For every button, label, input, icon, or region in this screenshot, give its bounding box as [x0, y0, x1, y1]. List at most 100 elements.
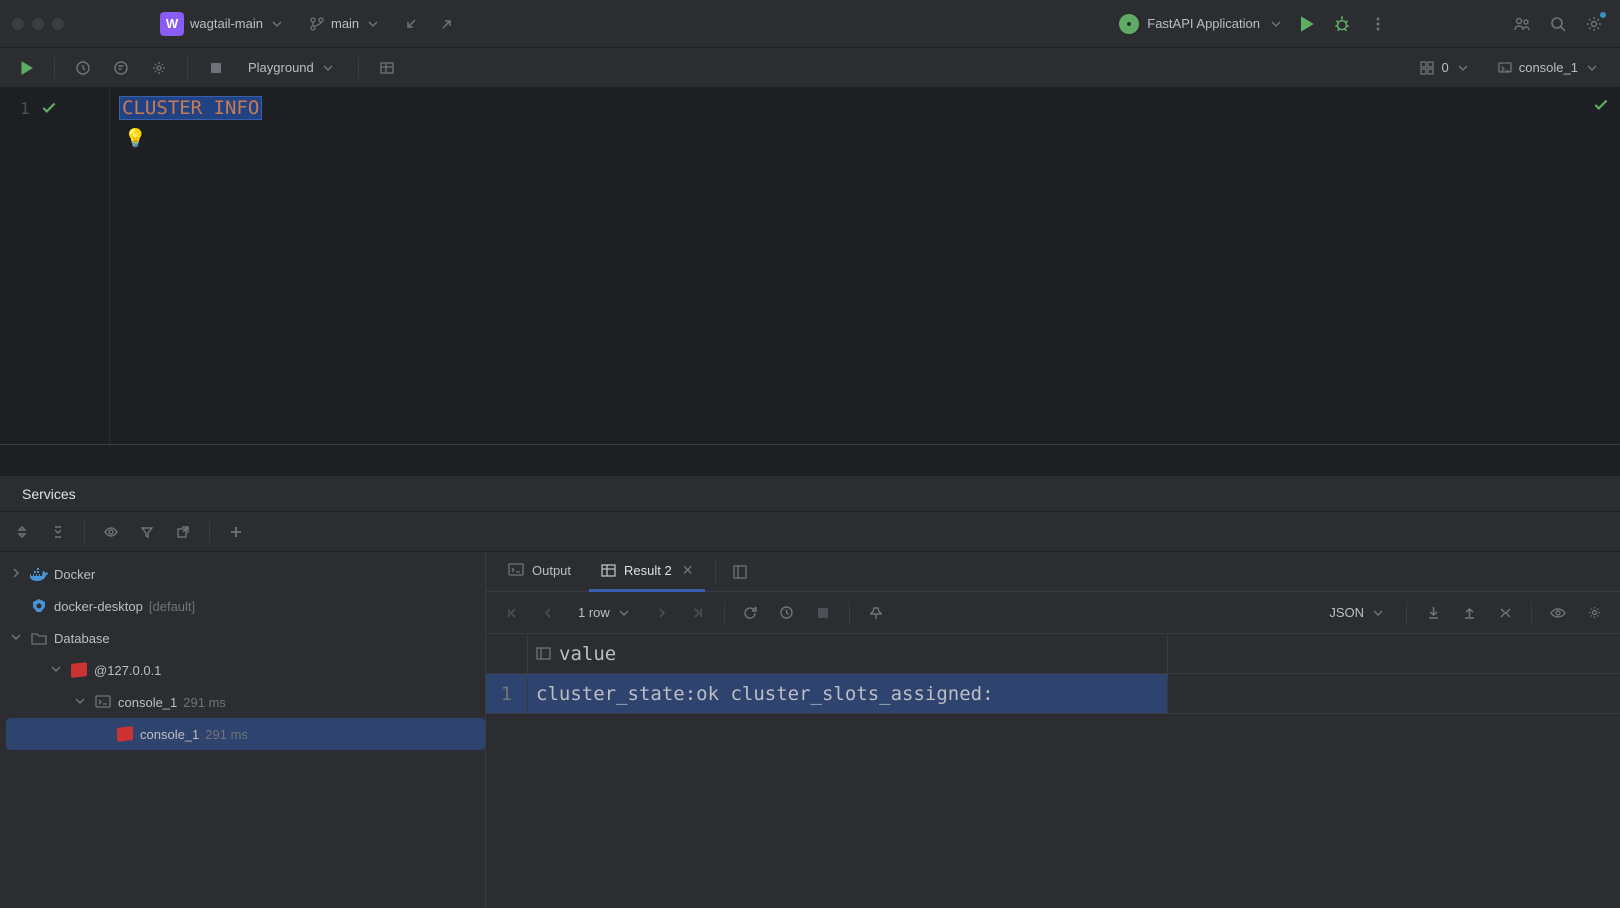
next-page-button[interactable] — [648, 599, 676, 627]
code-editor[interactable]: 1 CLUSTER INFO 💡 — [0, 88, 1620, 444]
upload-button[interactable] — [1455, 599, 1483, 627]
run-configuration[interactable]: FastAPI Application — [1119, 14, 1284, 34]
zoom-window-dot[interactable] — [52, 18, 64, 30]
last-page-button[interactable] — [684, 599, 712, 627]
services-tool-window-header[interactable]: Services — [0, 476, 1620, 512]
chevron-down-icon — [616, 605, 632, 621]
cell-text: cluster_state:ok cluster_slots_assigned: — [536, 683, 994, 705]
tree-node-docker[interactable]: Docker — [6, 558, 485, 590]
chevron-down-icon — [1370, 605, 1386, 621]
tree-node-docker-desktop[interactable]: docker-desktop [default] — [6, 590, 485, 622]
row-count-label: 1 row — [578, 605, 610, 620]
layout-button[interactable] — [726, 558, 754, 586]
tree-label: console_1 — [140, 727, 199, 742]
editor-gutter: 1 — [0, 88, 110, 444]
chevron-down-icon — [10, 631, 24, 645]
table-row[interactable]: 1 cluster_state:ok cluster_slots_assigne… — [486, 674, 1620, 714]
execute-button[interactable] — [12, 54, 40, 82]
tree-label: Database — [54, 631, 110, 646]
services-count-selector[interactable]: 0 — [1411, 56, 1478, 80]
expand-all-button[interactable] — [8, 518, 36, 546]
kubernetes-icon — [30, 597, 48, 615]
console-toolbar: Playground 0 console_1 — [0, 48, 1620, 88]
first-page-button[interactable] — [498, 599, 526, 627]
minimize-window-dot[interactable] — [32, 18, 44, 30]
search-everywhere-button[interactable] — [1544, 10, 1572, 38]
redis-icon — [70, 661, 88, 679]
tree-node-console-result[interactable]: console_1 291 ms — [6, 718, 485, 750]
stop-button[interactable] — [202, 54, 230, 82]
add-service-button[interactable] — [222, 518, 250, 546]
services-tree[interactable]: Docker docker-desktop [default] Database… — [0, 552, 486, 908]
project-badge-icon: W — [160, 12, 184, 36]
result-tabs: Output Result 2 ✕ — [486, 552, 1620, 592]
console-session-selector[interactable]: console_1 — [1489, 56, 1608, 80]
project-selector[interactable]: W wagtail-main — [152, 8, 293, 40]
tree-node-console[interactable]: console_1 291 ms — [6, 686, 485, 718]
run-status-icon — [1119, 14, 1139, 34]
docker-icon — [30, 565, 48, 583]
close-tab-icon[interactable]: ✕ — [682, 562, 694, 579]
tree-node-redis-host[interactable]: @127.0.0.1 — [6, 654, 485, 686]
open-in-new-button[interactable] — [169, 518, 197, 546]
editor-resize-handle[interactable] — [0, 444, 1620, 476]
chevron-down-icon — [50, 663, 64, 677]
prev-page-button[interactable] — [534, 599, 562, 627]
output-format-selector[interactable]: JSON — [1321, 601, 1394, 625]
console-settings-button[interactable] — [145, 54, 173, 82]
tab-output[interactable]: Output — [496, 552, 583, 592]
reload-button[interactable] — [737, 599, 765, 627]
pin-tab-button[interactable] — [862, 599, 890, 627]
folder-icon — [30, 629, 48, 647]
explain-plan-button[interactable] — [107, 54, 135, 82]
incoming-changes-button[interactable] — [397, 10, 425, 38]
tree-timing: 291 ms — [205, 727, 248, 742]
auto-refresh-button[interactable] — [773, 599, 801, 627]
tree-node-database[interactable]: Database — [6, 622, 485, 654]
services-title: Services — [22, 486, 76, 502]
window-controls — [12, 18, 64, 30]
title-bar: W wagtail-main main FastAPI Application — [0, 0, 1620, 48]
show-hide-button[interactable] — [97, 518, 125, 546]
playground-mode-selector[interactable]: Playground — [240, 56, 344, 80]
outgoing-changes-button[interactable] — [433, 10, 461, 38]
intention-bulb-icon[interactable]: 💡 — [124, 128, 146, 149]
arrow-down-left-icon — [403, 16, 419, 32]
code-with-me-button[interactable] — [1508, 10, 1536, 38]
services-toolbar — [0, 512, 1620, 552]
cancel-query-button[interactable] — [809, 599, 837, 627]
compare-button[interactable] — [1491, 599, 1519, 627]
row-count-selector[interactable]: 1 row — [570, 601, 640, 625]
view-toggle-button[interactable] — [1544, 599, 1572, 627]
run-button[interactable] — [1292, 10, 1320, 38]
rownum-header[interactable] — [486, 634, 528, 673]
table-view-button[interactable] — [373, 54, 401, 82]
row-number: 1 — [486, 674, 528, 713]
column-header-value[interactable]: value — [528, 634, 1168, 673]
chevron-down-icon — [74, 695, 88, 709]
tree-label: @127.0.0.1 — [94, 663, 161, 678]
result-table[interactable]: value 1 cluster_state:ok cluster_slots_a… — [486, 634, 1620, 908]
chevron-down-icon — [365, 16, 381, 32]
arrow-up-right-icon — [439, 16, 455, 32]
tree-tag: [default] — [149, 599, 195, 614]
filter-button[interactable] — [133, 518, 161, 546]
branch-name: main — [331, 16, 359, 31]
more-actions-button[interactable] — [1364, 10, 1392, 38]
collapse-all-button[interactable] — [44, 518, 72, 546]
run-config-name: FastAPI Application — [1147, 16, 1260, 31]
code-text: CLUSTER INFO — [120, 97, 261, 119]
table-settings-button[interactable] — [1580, 599, 1608, 627]
vcs-branch-selector[interactable]: main — [301, 12, 389, 36]
tab-result[interactable]: Result 2 ✕ — [589, 552, 705, 592]
close-window-dot[interactable] — [12, 18, 24, 30]
editor-content[interactable]: CLUSTER INFO 💡 — [110, 88, 1620, 444]
debug-button[interactable] — [1328, 10, 1356, 38]
settings-button[interactable] — [1580, 10, 1608, 38]
download-button[interactable] — [1419, 599, 1447, 627]
cell-value[interactable]: cluster_state:ok cluster_slots_assigned: — [528, 674, 1168, 713]
inspection-ok-icon[interactable] — [1592, 96, 1610, 114]
notification-dot-icon — [1600, 12, 1606, 18]
chevron-down-icon — [320, 60, 336, 76]
history-button[interactable] — [69, 54, 97, 82]
